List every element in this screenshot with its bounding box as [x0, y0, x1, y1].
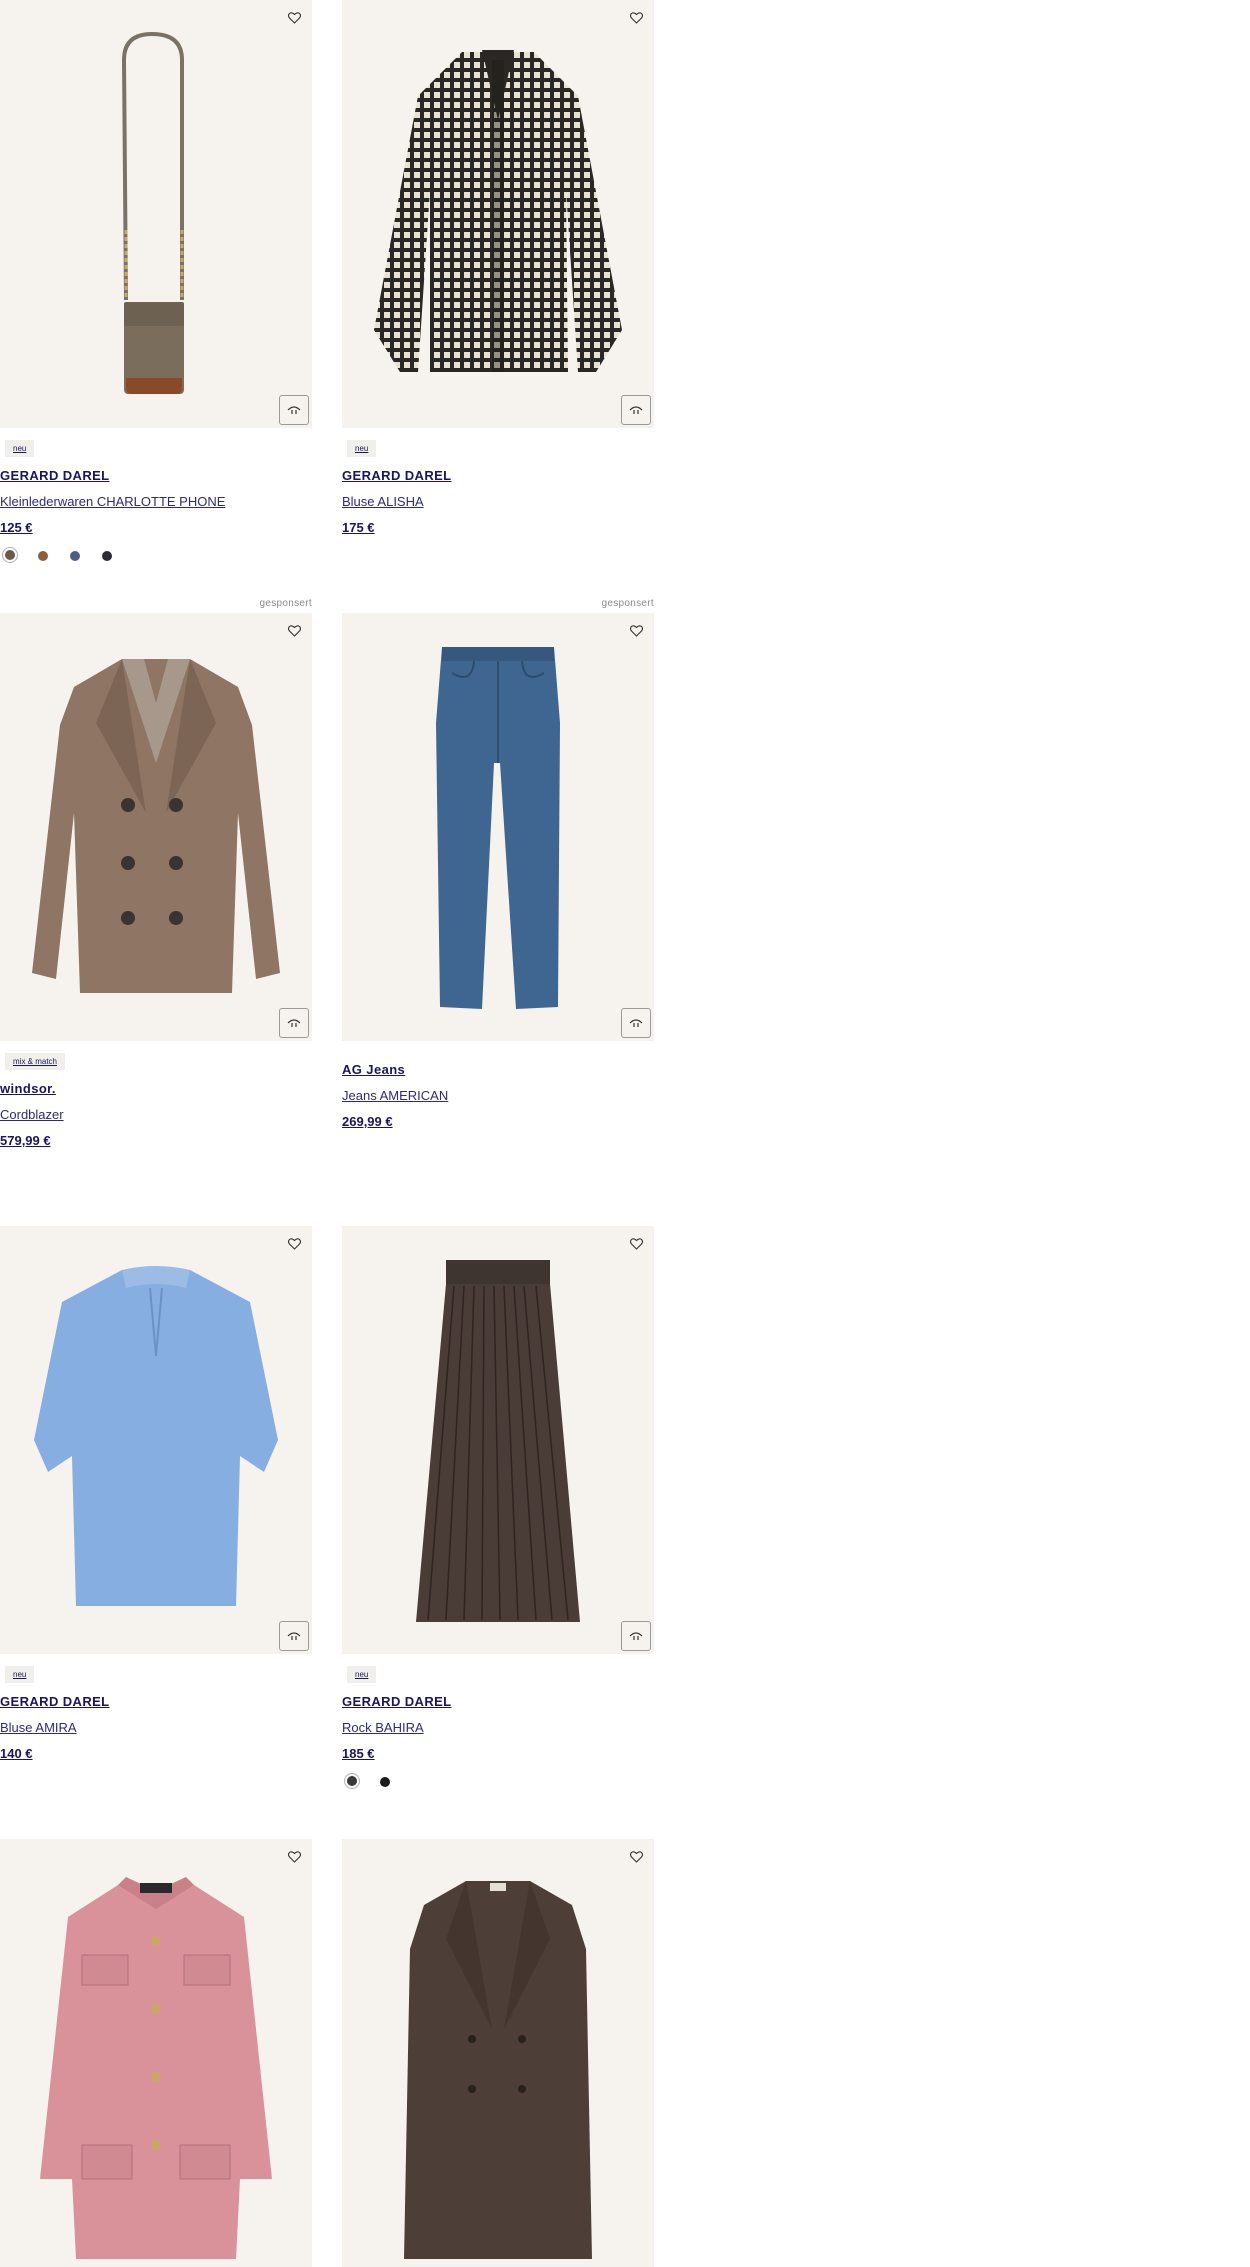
product-brand[interactable]: GERARD DAREL: [342, 463, 654, 489]
badge: mix & match: [5, 1053, 66, 1070]
product-brand[interactable]: windsor.: [0, 1076, 312, 1102]
heart-icon[interactable]: [284, 8, 304, 28]
product-card[interactable]: [342, 1839, 654, 2267]
product-brand[interactable]: GERARD DAREL: [342, 1689, 654, 1715]
color-swatch[interactable]: [98, 547, 130, 565]
color-swatch[interactable]: [376, 1773, 408, 1791]
product-name[interactable]: Bluse AMIRA: [0, 1715, 312, 1741]
sponsored-label: gesponsert: [259, 598, 312, 609]
badge: neu: [347, 440, 377, 457]
knit-jacket-image: [40, 1877, 272, 2259]
product-image[interactable]: [0, 613, 312, 1041]
heart-icon[interactable]: [626, 1847, 646, 1867]
product-card[interactable]: neu GERARD DAREL Bluse ALISHA 175 €: [342, 0, 654, 541]
product-brand[interactable]: GERARD DAREL: [0, 463, 312, 489]
blazer-image: [32, 659, 280, 993]
product-card[interactable]: [0, 1839, 312, 2267]
product-name[interactable]: Rock BAHIRA: [342, 1715, 654, 1741]
color-swatches: [2, 547, 312, 565]
heart-icon[interactable]: [626, 621, 646, 641]
blouse-image: [374, 50, 622, 372]
product-image[interactable]: [0, 1839, 312, 2267]
product-price[interactable]: 185 €: [342, 1741, 654, 1767]
product-name[interactable]: Jeans AMERICAN: [342, 1083, 654, 1109]
product-name[interactable]: Cordblazer: [0, 1102, 312, 1128]
heart-icon[interactable]: [284, 621, 304, 641]
product-price[interactable]: 269,99 €: [342, 1109, 654, 1135]
sponsored-label: gesponsert: [601, 598, 654, 609]
product-brand[interactable]: AG Jeans: [342, 1057, 654, 1083]
color-swatch[interactable]: [2, 547, 34, 565]
product-brand[interactable]: GERARD DAREL: [0, 1689, 312, 1715]
badge: neu: [5, 440, 35, 457]
skirt-image: [416, 1260, 580, 1622]
quick-view-icon[interactable]: [621, 395, 651, 425]
quick-view-icon[interactable]: [279, 395, 309, 425]
color-swatch[interactable]: [34, 547, 66, 565]
product-price[interactable]: 140 €: [0, 1741, 312, 1767]
product-card[interactable]: gesponsert mix & match windsor. Cordblaz…: [0, 598, 312, 1154]
color-swatch[interactable]: [344, 1773, 376, 1791]
bag-image: [121, 31, 184, 394]
product-price[interactable]: 175 €: [342, 515, 654, 541]
product-name[interactable]: Kleinlederwaren CHARLOTTE PHONE: [0, 489, 312, 515]
badge: neu: [347, 1666, 377, 1683]
quick-view-icon[interactable]: [279, 1008, 309, 1038]
product-card[interactable]: gesponsert AG Jeans Jeans AMERICAN 269,9…: [342, 598, 654, 1135]
heart-icon[interactable]: [284, 1234, 304, 1254]
blouse-image: [34, 1266, 278, 1606]
product-image[interactable]: [342, 0, 654, 428]
quick-view-icon[interactable]: [279, 1621, 309, 1651]
product-name[interactable]: Bluse ALISHA: [342, 489, 654, 515]
product-card[interactable]: neu GERARD DAREL Bluse AMIRA 140 €: [0, 1226, 312, 1767]
product-price[interactable]: 125 €: [0, 515, 312, 541]
quick-view-icon[interactable]: [621, 1008, 651, 1038]
heart-icon[interactable]: [284, 1847, 304, 1867]
badge: neu: [5, 1666, 35, 1683]
heart-icon[interactable]: [626, 8, 646, 28]
color-swatch[interactable]: [66, 547, 98, 565]
jeans-image: [436, 647, 560, 1009]
quick-view-icon[interactable]: [621, 1621, 651, 1651]
product-card[interactable]: neu GERARD DAREL Rock BAHIRA 185 €: [342, 1226, 654, 1791]
product-image[interactable]: [342, 1226, 654, 1654]
product-image[interactable]: [0, 0, 312, 428]
coat-image: [404, 1881, 592, 2259]
product-image[interactable]: [0, 1226, 312, 1654]
product-card[interactable]: neu GERARD DAREL Kleinlederwaren CHARLOT…: [0, 0, 312, 565]
heart-icon[interactable]: [626, 1234, 646, 1254]
product-image[interactable]: [342, 1839, 654, 2267]
product-image[interactable]: [342, 613, 654, 1041]
color-swatches: [344, 1773, 654, 1791]
product-price[interactable]: 579,99 €: [0, 1128, 312, 1154]
